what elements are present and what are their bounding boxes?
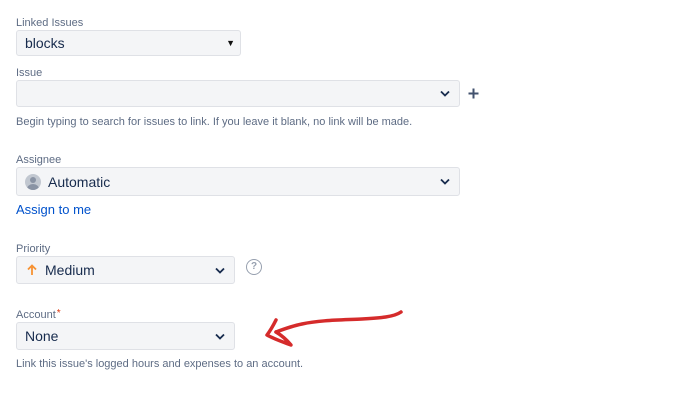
priority-select[interactable]: Medium — [16, 256, 235, 284]
priority-value: Medium — [45, 262, 95, 278]
issue-picker-input[interactable] — [16, 80, 460, 107]
dropdown-triangle-icon: ▼ — [226, 38, 235, 48]
chevron-down-icon — [439, 88, 451, 100]
linked-issues-select[interactable]: blocks ▼ — [16, 30, 241, 56]
hand-drawn-arrow-annotation — [265, 310, 403, 347]
issue-label: Issue — [16, 67, 43, 79]
account-label: Account* — [16, 308, 61, 322]
chevron-down-icon — [214, 264, 226, 276]
add-issue-button[interactable] — [468, 86, 479, 104]
account-value: None — [25, 328, 59, 344]
linked-issues-value: blocks — [25, 35, 65, 51]
linked-issues-label: Linked Issues — [16, 17, 84, 29]
issue-help-text: Begin typing to search for issues to lin… — [16, 116, 413, 128]
user-avatar-icon — [25, 173, 41, 190]
priority-label: Priority — [16, 243, 51, 255]
assignee-select[interactable]: Automatic — [16, 167, 460, 196]
assignee-label: Assignee — [16, 154, 62, 166]
required-marker: * — [56, 308, 61, 319]
assign-to-me-link[interactable]: Assign to me — [16, 202, 91, 217]
plus-icon — [468, 86, 479, 103]
chevron-down-icon — [439, 176, 451, 188]
account-help-text: Link this issue's logged hours and expen… — [16, 358, 304, 370]
arrow-up-icon — [25, 263, 39, 277]
assignee-value: Automatic — [48, 173, 111, 190]
account-select[interactable]: None — [16, 322, 235, 350]
chevron-down-icon — [214, 330, 226, 342]
account-label-text: Account — [16, 309, 56, 321]
question-circle-icon[interactable]: ? — [246, 259, 262, 275]
